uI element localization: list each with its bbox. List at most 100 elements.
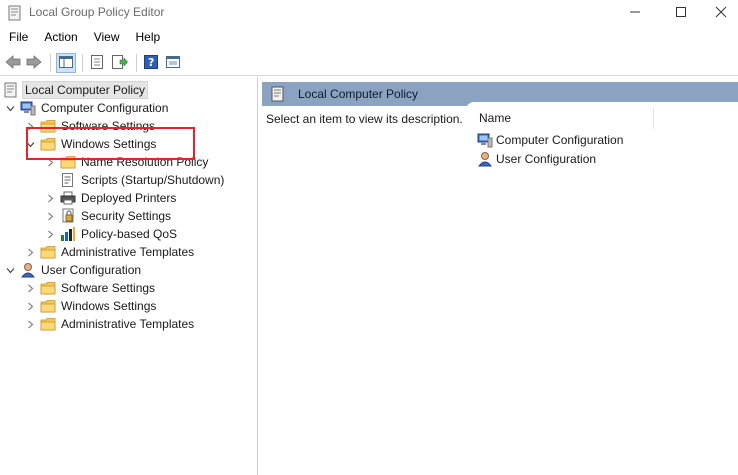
details-title: Local Computer Policy <box>298 87 419 101</box>
list-item-user-configuration[interactable]: User Configuration <box>477 150 596 168</box>
printer-icon <box>60 190 76 206</box>
menu-view[interactable]: View <box>85 28 127 48</box>
computer-icon <box>20 100 36 116</box>
folder-icon <box>40 136 56 152</box>
chevron-down-icon[interactable] <box>4 264 16 276</box>
toolbar: ? <box>0 49 738 76</box>
toolbar-separator <box>50 54 51 72</box>
chevron-right-icon[interactable] <box>24 246 36 258</box>
minimize-button[interactable] <box>612 0 658 26</box>
forward-arrow-icon <box>26 54 42 72</box>
column-header-name[interactable]: Name <box>479 111 511 125</box>
tree-item-security-settings[interactable]: Security Settings <box>44 207 173 225</box>
script-icon <box>60 172 76 188</box>
tree-pane: Local Computer Policy Computer Configura… <box>0 77 258 475</box>
chevron-right-icon[interactable] <box>24 300 36 312</box>
tree-item-scripts[interactable]: Scripts (Startup/Shutdown) <box>60 171 226 189</box>
tree-item-label: Local Computer Policy <box>22 81 149 99</box>
chevron-right-icon[interactable] <box>44 228 56 240</box>
chevron-down-icon[interactable] <box>4 102 16 114</box>
close-button[interactable] <box>704 0 738 26</box>
tree-item-cc-administrative-templates[interactable]: Administrative Templates <box>24 243 196 261</box>
chevron-right-icon[interactable] <box>24 120 36 132</box>
folder-icon <box>40 244 56 260</box>
minimize-icon <box>629 6 641 21</box>
folder-icon <box>40 280 56 296</box>
tree-item-deployed-printers[interactable]: Deployed Printers <box>44 189 178 207</box>
column-divider[interactable] <box>653 107 654 129</box>
user-icon <box>477 151 493 167</box>
tree-item-uc-software-settings[interactable]: Software Settings <box>24 279 157 297</box>
tree-item-label: Software Settings <box>61 281 156 295</box>
tree-item-label: Windows Settings <box>61 299 157 313</box>
tree-item-label: Policy-based QoS <box>81 227 178 241</box>
tree-item-policy-based-qos[interactable]: Policy-based QoS <box>44 225 179 243</box>
menu-action[interactable]: Action <box>35 28 84 48</box>
folder-icon <box>40 118 56 134</box>
chevron-right-icon[interactable] <box>44 210 56 222</box>
description-text: Select an item to view its description. <box>266 112 463 126</box>
menu-bar: File Action View Help <box>0 28 738 48</box>
chevron-right-icon[interactable] <box>24 282 36 294</box>
list-item-label: Computer Configuration <box>496 133 624 147</box>
tree-item-cc-software-settings[interactable]: Software Settings <box>24 117 157 135</box>
chevron-right-icon[interactable] <box>44 156 56 168</box>
tree-item-label: Security Settings <box>81 209 172 223</box>
tree-item-label: User Configuration <box>41 263 142 277</box>
tree-item-computer-configuration[interactable]: Computer Configuration <box>4 99 170 117</box>
properties-icon <box>90 54 104 72</box>
user-icon <box>20 262 36 278</box>
tree-item-uc-windows-settings[interactable]: Windows Settings <box>24 297 158 315</box>
list-item-computer-configuration[interactable]: Computer Configuration <box>477 131 623 149</box>
chevron-right-icon[interactable] <box>44 192 56 204</box>
back-arrow-icon <box>5 54 21 72</box>
policy-doc-icon <box>271 86 287 102</box>
details-header: Local Computer Policy <box>262 82 738 112</box>
toolbar-separator <box>136 54 137 72</box>
tree-item-cc-windows-settings[interactable]: Windows Settings <box>24 135 158 153</box>
folder-icon <box>40 316 56 332</box>
tree-item-label: Administrative Templates <box>61 245 195 259</box>
close-icon <box>715 6 727 21</box>
chevron-right-icon[interactable] <box>24 318 36 330</box>
tree-item-label: Deployed Printers <box>81 191 177 205</box>
tree-item-label: Administrative Templates <box>61 317 195 331</box>
policy-doc-icon <box>3 82 19 98</box>
export-list-button[interactable] <box>110 53 130 73</box>
tree-item-local-computer-policy[interactable]: Local Computer Policy <box>3 81 149 99</box>
show-hide-tree-button[interactable] <box>56 53 76 73</box>
menu-help[interactable]: Help <box>127 28 168 48</box>
folder-icon <box>60 154 76 170</box>
title-bar: Local Group Policy Editor <box>0 0 738 26</box>
export-list-icon <box>112 54 128 72</box>
properties-button[interactable] <box>87 53 107 73</box>
maximize-icon <box>675 6 687 21</box>
forward-button[interactable] <box>24 53 44 73</box>
tree-item-label: Name Resolution Policy <box>81 155 209 169</box>
tree-item-label: Scripts (Startup/Shutdown) <box>81 173 225 187</box>
console-view-icon <box>166 55 180 71</box>
toolbar-separator <box>82 54 83 72</box>
folder-icon <box>40 298 56 314</box>
svg-text:?: ? <box>148 56 154 69</box>
maximize-button[interactable] <box>658 0 704 26</box>
tree-item-name-resolution-policy[interactable]: Name Resolution Policy <box>44 153 210 171</box>
back-button[interactable] <box>3 53 23 73</box>
chevron-down-icon[interactable] <box>24 138 36 150</box>
console-view-button[interactable] <box>163 53 183 73</box>
window-title: Local Group Policy Editor <box>29 5 165 19</box>
menu-file[interactable]: File <box>0 28 35 48</box>
policy-doc-icon <box>8 5 22 21</box>
help-button[interactable]: ? <box>141 53 161 73</box>
list-item-label: User Configuration <box>496 152 597 166</box>
tree-item-uc-administrative-templates[interactable]: Administrative Templates <box>24 315 196 333</box>
details-pane: Local Computer Policy Select an item to … <box>259 77 738 475</box>
bar-chart-icon <box>60 226 76 242</box>
security-icon <box>60 208 76 224</box>
tree-item-label: Computer Configuration <box>41 101 169 115</box>
computer-icon <box>477 132 493 148</box>
tree-item-label: Windows Settings <box>61 137 157 151</box>
help-icon: ? <box>144 54 158 72</box>
tree-item-user-configuration[interactable]: User Configuration <box>4 261 143 279</box>
show-hide-tree-icon <box>59 55 73 71</box>
